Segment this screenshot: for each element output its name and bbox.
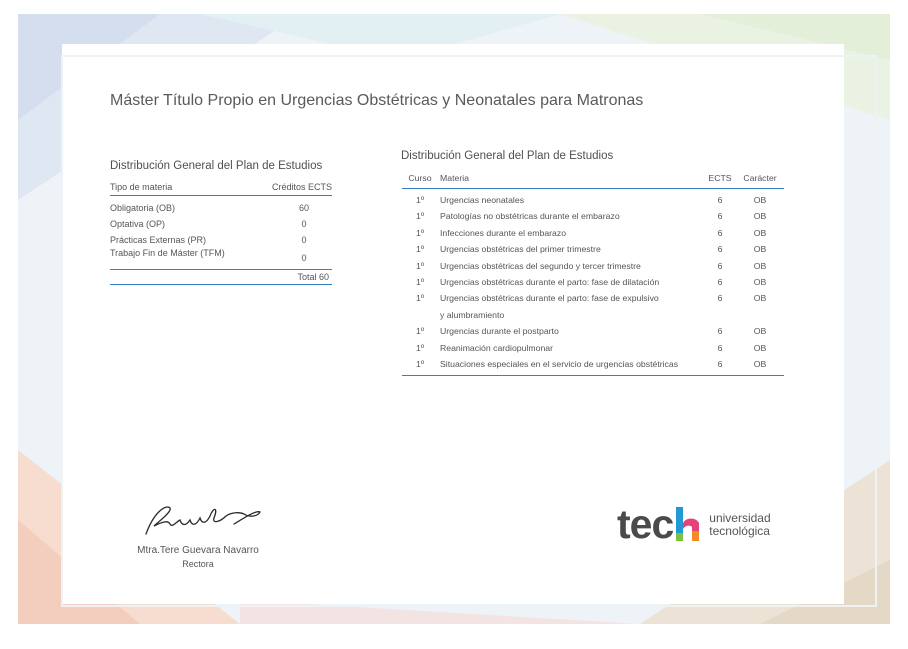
cell-ects: 6 <box>717 342 723 353</box>
cell-ects: 6 <box>717 326 723 337</box>
logo-wordmark: tec <box>617 501 674 547</box>
cell-subject: Urgencias neonatales <box>440 195 525 205</box>
table-row: 1º Infecciones durante el embarazo 6 OB <box>402 225 784 241</box>
cell-character: OB <box>753 277 767 288</box>
column-header-ects: ECTS <box>708 173 732 183</box>
column-header-character: Carácter <box>743 173 777 183</box>
column-header-credits: Créditos ECTS <box>271 182 332 192</box>
cell-course: 1º <box>415 260 424 271</box>
cell-course: 1º <box>415 342 424 353</box>
cell-character: OB <box>753 326 767 337</box>
cell-character: OB <box>753 211 767 222</box>
table-row: 1º Situaciones especiales en el servicio… <box>402 356 784 372</box>
cell-course: 1º <box>415 211 424 222</box>
cell-subject: Urgencias obstétricas durante el parto: … <box>440 277 660 288</box>
row-type: Optativa (OP) <box>110 219 166 229</box>
cell-course: 1º <box>415 326 424 337</box>
subjects-table: Curso Materia ECTS Carácter 1º Urgencias… <box>402 170 784 377</box>
university-logo: tec universidad tecnológica <box>617 504 771 545</box>
column-header-type: Tipo de materia <box>110 182 173 192</box>
table-row: 1º Patologías no obstétricas durante el … <box>402 208 784 224</box>
cell-subject-line-1: Urgencias obstétricas durante el parto: … <box>440 293 659 304</box>
cell-subject: Situaciones especiales en el servicio de… <box>440 359 679 370</box>
cell-subject: Patologías no obstétricas durante el emb… <box>440 211 620 222</box>
cell-character: OB <box>753 293 767 304</box>
cell-ects: 6 <box>717 277 723 288</box>
signatory-role: Rectora <box>182 559 214 569</box>
summary-table: Tipo de materia Créditos ECTS Obligatori… <box>110 182 332 285</box>
subjects-table-heading: Distribución General del Plan de Estudio… <box>401 150 614 162</box>
cell-ects: 6 <box>717 293 723 304</box>
table-row: Obligatoria (OB) 60 <box>110 200 332 216</box>
cell-subject: Urgencias obstétricas durante el parto: … <box>438 290 704 323</box>
table-row: 1º Reanimación cardiopulmonar 6 OB <box>402 340 784 356</box>
cell-course: 1º <box>415 277 424 288</box>
row-credits: 0 <box>301 253 307 263</box>
cell-subject: Urgencias obstétricas del segundo y terc… <box>440 260 641 271</box>
summary-total: Total 60 <box>110 269 332 285</box>
table-row: 1º Urgencias obstétricas durante el part… <box>402 274 784 290</box>
cell-character: OB <box>753 359 767 370</box>
table-row: 1º Urgencias obstétricas durante el part… <box>402 290 784 323</box>
column-header-subject: Materia <box>440 173 469 183</box>
cell-character: OB <box>753 227 767 238</box>
table-row: 1º Urgencias obstétricas del primer trim… <box>402 241 784 257</box>
table-bottom-rule <box>402 375 784 377</box>
cell-ects: 6 <box>717 359 723 370</box>
summary-table-header: Tipo de materia Créditos ECTS <box>110 182 332 196</box>
cell-ects: 6 <box>717 260 723 271</box>
document-title: Máster Título Propio en Urgencias Obstét… <box>110 92 644 109</box>
cell-character: OB <box>753 260 767 271</box>
logo-subtitle-line-1: universidad <box>709 510 771 525</box>
cell-character: OB <box>753 195 767 205</box>
row-credits: 60 <box>298 203 309 213</box>
subjects-table-header: Curso Materia ECTS Carácter <box>402 170 784 189</box>
table-row: 1º Urgencias neonatales 6 OB <box>402 192 784 208</box>
cell-character: OB <box>753 244 767 255</box>
table-row: 1º Urgencias durante el postparto 6 OB <box>402 323 784 339</box>
row-type: Prácticas Externas (PR) <box>110 235 207 245</box>
cell-course: 1º <box>415 227 424 238</box>
cell-ects: 6 <box>717 227 723 238</box>
logo-subtitle: universidad tecnológica <box>709 510 771 538</box>
cell-course: 1º <box>415 195 424 205</box>
table-row: Prácticas Externas (PR) 0 <box>110 232 332 248</box>
cell-subject: Urgencias durante el postparto <box>440 326 559 337</box>
cell-ects: 6 <box>717 195 723 205</box>
cell-course: 1º <box>415 244 424 255</box>
logo-subtitle-line-2: tecnológica <box>709 523 770 538</box>
signatory-name: Mtra.Tere Guevara Navarro <box>137 545 259 556</box>
cell-character: OB <box>753 342 767 353</box>
logo-h-icon <box>676 506 700 541</box>
cell-subject: Reanimación cardiopulmonar <box>440 342 553 353</box>
cell-ects: 6 <box>717 244 723 255</box>
column-header-course: Curso <box>408 173 432 183</box>
row-credits: 0 <box>301 235 307 245</box>
cell-subject: Infecciones durante el embarazo <box>440 227 567 238</box>
cell-subject: Urgencias obstétricas del primer trimest… <box>440 244 601 255</box>
summary-table-heading: Distribución General del Plan de Estudio… <box>110 160 323 172</box>
cell-course: 1º <box>415 359 424 370</box>
table-row: Optativa (OP) 0 <box>110 216 332 232</box>
table-row: 1º Urgencias obstétricas del segundo y t… <box>402 258 784 274</box>
cell-course: 1º <box>415 293 424 304</box>
row-type: Trabajo Fin de Máster (TFM) <box>110 248 225 258</box>
table-row: Trabajo Fin de Máster (TFM) 0 <box>110 248 332 265</box>
row-type: Obligatoria (OB) <box>110 203 176 213</box>
cell-subject-line-2: y alumbramiento <box>440 309 505 320</box>
row-credits: 0 <box>301 219 307 229</box>
handwritten-signature <box>145 506 261 535</box>
cell-ects: 6 <box>717 211 723 222</box>
